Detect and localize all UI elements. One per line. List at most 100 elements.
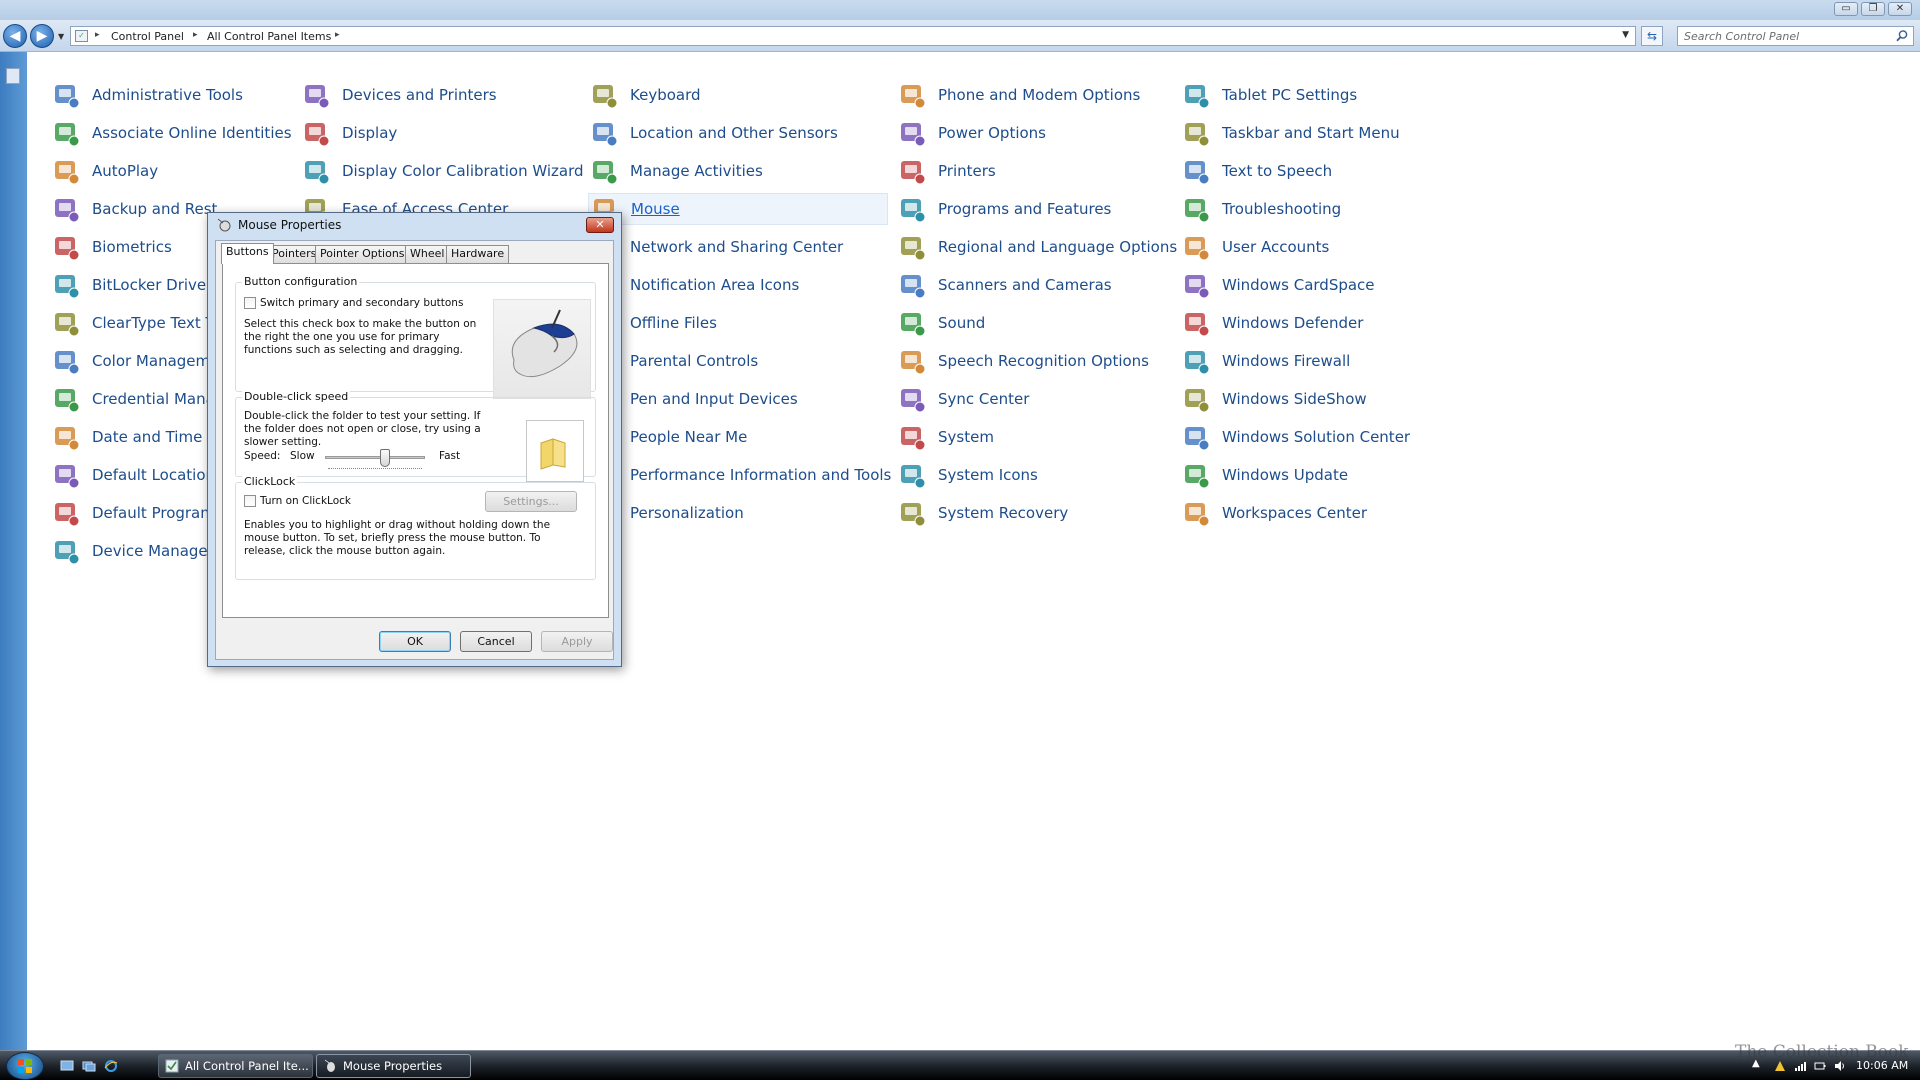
switch-windows-icon[interactable] <box>82 1059 96 1073</box>
item-default-programs[interactable]: Default Program <box>50 497 215 529</box>
item-workspaces-center[interactable]: Workspaces Center <box>1180 497 1367 529</box>
item-speech-recognition-options[interactable]: Speech Recognition Options <box>896 345 1149 377</box>
item-label[interactable]: Sound <box>938 314 985 332</box>
item-color-management[interactable]: Color Managem <box>50 345 210 377</box>
item-label[interactable]: Windows Solution Center <box>1222 428 1410 446</box>
item-label[interactable]: Regional and Language Options <box>938 238 1177 256</box>
item-text-to-speech[interactable]: Text to Speech <box>1180 155 1332 187</box>
item-label[interactable]: Windows CardSpace <box>1222 276 1375 294</box>
item-label[interactable]: AutoPlay <box>92 162 158 180</box>
item-label[interactable]: Device Manager <box>92 542 214 560</box>
item-label[interactable]: Personalization <box>630 504 744 522</box>
test-folder[interactable] <box>526 420 584 482</box>
item-printers[interactable]: Printers <box>896 155 996 187</box>
item-label[interactable]: Devices and Printers <box>342 86 497 104</box>
item-windows-firewall[interactable]: Windows Firewall <box>1180 345 1350 377</box>
tab-hardware[interactable]: Hardware <box>446 245 510 263</box>
item-tablet-pc-settings[interactable]: Tablet PC Settings <box>1180 79 1357 111</box>
item-label[interactable]: Windows SideShow <box>1222 390 1367 408</box>
item-taskbar-and-start-menu[interactable]: Taskbar and Start Menu <box>1180 117 1400 149</box>
item-power-options[interactable]: Power Options <box>896 117 1046 149</box>
item-display-color-calibration-wizard[interactable]: Display Color Calibration Wizard <box>300 155 584 187</box>
clicklock-settings-button[interactable]: Settings... <box>485 491 577 512</box>
item-sync-center[interactable]: Sync Center <box>896 383 1029 415</box>
item-label[interactable]: Sync Center <box>938 390 1029 408</box>
item-label[interactable]: Administrative Tools <box>92 86 243 104</box>
search-input[interactable]: Search Control Panel <box>1684 30 1799 43</box>
apply-button[interactable]: Apply <box>541 631 613 652</box>
search-box[interactable]: Search Control Panel <box>1677 26 1914 46</box>
item-label[interactable]: Performance Information and Tools <box>630 466 891 484</box>
item-system-icons[interactable]: System Icons <box>896 459 1038 491</box>
item-phone-and-modem-options[interactable]: Phone and Modem Options <box>896 79 1140 111</box>
item-label[interactable]: System <box>938 428 994 446</box>
item-label[interactable]: BitLocker Drive E <box>92 276 220 294</box>
recent-pages-dropdown-icon[interactable]: ▼ <box>58 32 64 41</box>
item-label[interactable]: Display Color Calibration Wizard <box>342 162 584 180</box>
item-troubleshooting[interactable]: Troubleshooting <box>1180 193 1341 225</box>
chevron-right-icon[interactable]: ▸ <box>95 30 100 40</box>
item-label[interactable]: Text to Speech <box>1222 162 1332 180</box>
forward-button[interactable]: ▶ <box>30 24 54 48</box>
item-autoplay[interactable]: AutoPlay <box>50 155 158 187</box>
clicklock-label[interactable]: Turn on ClickLock <box>260 495 351 508</box>
item-windows-cardspace[interactable]: Windows CardSpace <box>1180 269 1375 301</box>
item-performance-information-and-tools[interactable]: Performance Information and Tools <box>588 459 891 491</box>
item-windows-solution-center[interactable]: Windows Solution Center <box>1180 421 1410 453</box>
internet-explorer-icon[interactable] <box>104 1059 118 1073</box>
item-keyboard[interactable]: Keyboard <box>588 79 701 111</box>
item-display[interactable]: Display <box>300 117 397 149</box>
item-programs-and-features[interactable]: Programs and Features <box>896 193 1111 225</box>
item-cleartype-text-tuner[interactable]: ClearType Text T <box>50 307 215 339</box>
item-label[interactable]: Windows Update <box>1222 466 1348 484</box>
item-default-locations[interactable]: Default Location <box>50 459 215 491</box>
switch-buttons-checkbox[interactable] <box>244 297 256 309</box>
item-label[interactable]: Color Managem <box>92 352 210 370</box>
item-label[interactable]: Troubleshooting <box>1222 200 1341 218</box>
chevron-right-icon[interactable]: ▸ <box>335 30 340 40</box>
item-biometrics[interactable]: Biometrics <box>50 231 172 263</box>
item-label[interactable]: User Accounts <box>1222 238 1329 256</box>
item-network-and-sharing-center[interactable]: Network and Sharing Center <box>588 231 843 263</box>
item-label[interactable]: Printers <box>938 162 996 180</box>
item-credential-manager[interactable]: Credential Mana <box>50 383 215 415</box>
item-sound[interactable]: Sound <box>896 307 985 339</box>
minimize-button[interactable]: ▭ <box>1834 2 1858 16</box>
item-date-and-time[interactable]: Date and Time <box>50 421 202 453</box>
item-label[interactable]: Offline Files <box>630 314 717 332</box>
restore-button[interactable]: ❐ <box>1861 2 1885 16</box>
item-associate-online-identities[interactable]: Associate Online Identities <box>50 117 292 149</box>
item-label[interactable]: Credential Mana <box>92 390 215 408</box>
ok-button[interactable]: OK <box>379 631 451 652</box>
dialog-close-button[interactable]: ✕ <box>586 217 614 233</box>
item-scanners-and-cameras[interactable]: Scanners and Cameras <box>896 269 1112 301</box>
item-label[interactable]: Phone and Modem Options <box>938 86 1140 104</box>
item-label[interactable]: Display <box>342 124 397 142</box>
item-location-and-other-sensors[interactable]: Location and Other Sensors <box>588 117 838 149</box>
item-windows-defender[interactable]: Windows Defender <box>1180 307 1363 339</box>
show-desktop-icon[interactable] <box>60 1059 74 1073</box>
item-system-recovery[interactable]: System Recovery <box>896 497 1068 529</box>
item-bitlocker-drive-encryption[interactable]: BitLocker Drive E <box>50 269 220 301</box>
item-windows-update[interactable]: Windows Update <box>1180 459 1348 491</box>
item-label[interactable]: Default Program <box>92 504 215 522</box>
item-label[interactable]: Keyboard <box>630 86 701 104</box>
item-regional-and-language-options[interactable]: Regional and Language Options <box>896 231 1177 263</box>
address-dropdown-icon[interactable]: ▼ <box>1622 30 1629 40</box>
speed-slider-track[interactable] <box>325 456 425 459</box>
breadcrumb-control-panel[interactable]: Control Panel <box>111 30 184 43</box>
start-button[interactable] <box>6 1052 44 1080</box>
item-manage-activities[interactable]: Manage Activities <box>588 155 763 187</box>
item-label[interactable]: Location and Other Sensors <box>630 124 838 142</box>
item-label[interactable]: Backup and Rest <box>92 200 217 218</box>
item-user-accounts[interactable]: User Accounts <box>1180 231 1329 263</box>
refresh-button[interactable]: ⇆ <box>1641 26 1663 46</box>
item-label[interactable]: Parental Controls <box>630 352 758 370</box>
item-label[interactable]: Network and Sharing Center <box>630 238 843 256</box>
clicklock-checkbox[interactable] <box>244 495 256 507</box>
close-button[interactable]: ✕ <box>1888 2 1912 16</box>
item-administrative-tools[interactable]: Administrative Tools <box>50 79 243 111</box>
item-device-manager[interactable]: Device Manager <box>50 535 214 567</box>
item-label[interactable]: Power Options <box>938 124 1046 142</box>
item-label[interactable]: Speech Recognition Options <box>938 352 1149 370</box>
